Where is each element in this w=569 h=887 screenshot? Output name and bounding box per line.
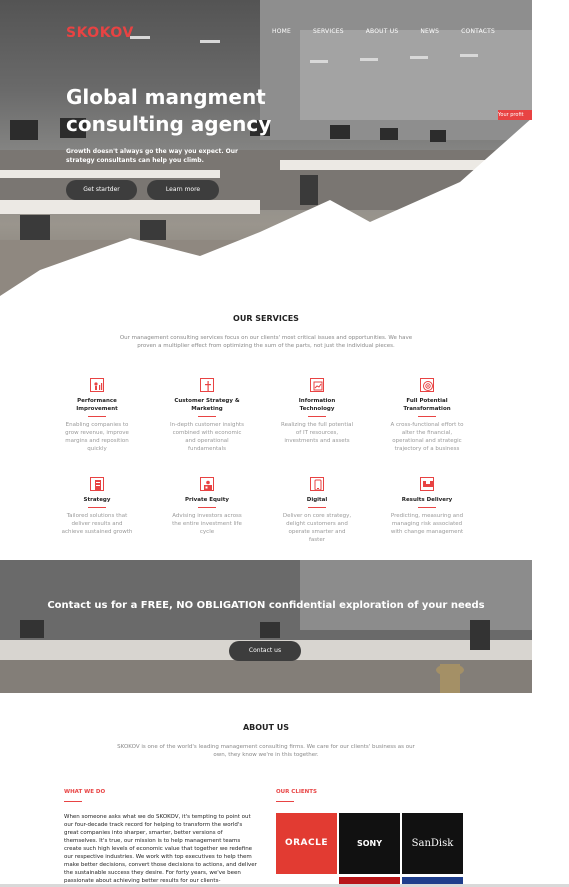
target-icon <box>420 378 434 392</box>
briefcase-people-icon <box>200 477 214 491</box>
service-item[interactable]: Private Equity Advising investors across … <box>162 477 252 536</box>
services-description: Our management consulting services focus… <box>119 335 413 349</box>
service-rule <box>88 416 106 417</box>
service-description: Enabling companies to grow revenue, impr… <box>65 422 129 452</box>
our-clients-rule <box>276 801 294 802</box>
people-chart-icon <box>90 378 104 392</box>
services-title: OUR SERVICES <box>233 314 299 323</box>
about-title: ABOUT US <box>242 723 290 732</box>
our-clients-heading: OUR CLIENTS <box>276 789 317 795</box>
service-title: Strategy <box>83 497 111 503</box>
contact-us-button[interactable]: Contact us <box>229 641 301 661</box>
service-description: Tailored solutions that deliver results … <box>61 513 133 535</box>
client-logo-sandisk: SanDisk <box>402 813 463 874</box>
service-item[interactable]: Digital Deliver on core strategy, delight… <box>272 477 362 544</box>
service-rule <box>308 416 326 417</box>
nav-contacts[interactable]: CONTACTS <box>461 28 495 35</box>
nav-services[interactable]: SERVICES <box>313 28 344 35</box>
what-we-do-rule <box>64 801 82 802</box>
what-we-do-heading: WHAT WE DO <box>64 789 106 795</box>
client-logo-sony: SONY <box>339 813 400 874</box>
hero-tag: Your profit <box>498 110 532 120</box>
service-description: Advising investors across the entire inv… <box>172 513 242 535</box>
contact-band: Contact us for a FREE, NO OBLIGATION con… <box>0 560 532 693</box>
service-rule <box>418 416 436 417</box>
service-title: Digital <box>306 497 328 503</box>
service-item[interactable]: Performance Improvement Enabling companie… <box>52 378 142 453</box>
service-item[interactable]: Full Potential Transformation A cross-fun… <box>382 378 472 453</box>
service-description: In-depth customer insights combined with… <box>170 422 244 452</box>
about-description: SKOKOV is one of the world's leading man… <box>117 744 415 758</box>
nav-home[interactable]: HOME <box>272 28 291 35</box>
service-title: Full Potential Transformation <box>403 398 451 412</box>
get-started-button[interactable]: Get startder <box>66 180 137 200</box>
service-item[interactable]: Results Delivery Predicting, measuring an… <box>382 477 472 536</box>
service-rule <box>418 507 436 508</box>
service-rule <box>198 507 216 508</box>
mobile-icon <box>310 477 324 491</box>
client-logo-oracle: ORACLE <box>276 813 337 874</box>
handshake-icon <box>420 477 434 491</box>
service-item[interactable]: Customer Strategy & Marketing In-depth cu… <box>162 378 252 453</box>
service-title: Private Equity <box>185 497 229 503</box>
service-title: Customer Strategy & Marketing <box>174 398 240 412</box>
page-right-gutter <box>532 0 569 887</box>
service-item[interactable]: Strategy Tailored solutions that deliver … <box>52 477 142 536</box>
service-rule <box>198 416 216 417</box>
service-item[interactable]: Information Technology Realizing the full… <box>272 378 362 445</box>
service-description: A cross-functional effort to alter the f… <box>390 422 464 452</box>
service-description: Realizing the full potential of IT resou… <box>281 422 353 444</box>
chess-icon <box>90 477 104 491</box>
hero-subtitle: Growth doesn't always go the way you exp… <box>66 148 239 164</box>
nav-news[interactable]: NEWS <box>420 28 439 35</box>
page: SKOKOV HOME SERVICES ABOUT US NEWS CONTA… <box>0 0 532 887</box>
hero-section: SKOKOV HOME SERVICES ABOUT US NEWS CONTA… <box>0 0 532 300</box>
service-rule <box>88 507 106 508</box>
service-title: Performance Improvement <box>76 398 118 412</box>
service-description: Predicting, measuring and managing risk … <box>390 513 464 535</box>
main-nav: HOME SERVICES ABOUT US NEWS CONTACTS <box>272 28 517 35</box>
service-rule <box>308 507 326 508</box>
contact-band-title: Contact us for a FREE, NO OBLIGATION con… <box>47 600 485 611</box>
hero-title: Global mangment consulting agency <box>66 85 272 136</box>
service-description: Deliver on core strategy, delight custom… <box>282 513 352 543</box>
learn-more-button[interactable]: Learn more <box>147 180 219 200</box>
tech-chart-icon <box>310 378 324 392</box>
strategy-arrow-icon <box>200 378 214 392</box>
service-title: Results Delivery <box>401 497 453 503</box>
what-we-do-text: When someone asks what we do SKOKOV, it'… <box>64 814 257 884</box>
service-title: Information Technology <box>298 398 336 412</box>
brand-logo[interactable]: SKOKOV <box>66 25 134 41</box>
nav-about-us[interactable]: ABOUT US <box>366 28 399 35</box>
contact-band-background-image <box>0 560 532 693</box>
